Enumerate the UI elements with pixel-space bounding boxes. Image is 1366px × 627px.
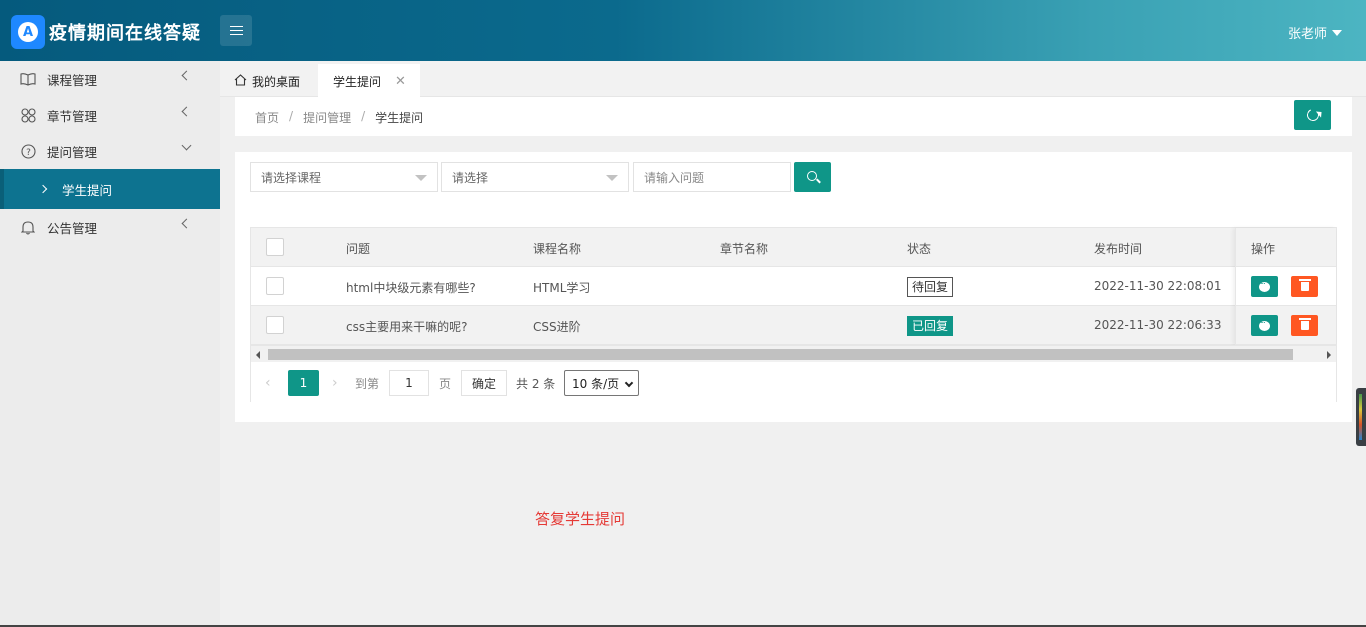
sidebar: 课程管理 章节管理 ? 提问管理 学生提问 公告管理 — [0, 61, 220, 627]
user-menu[interactable]: 张老师 — [1288, 23, 1342, 42]
side-widget-handle[interactable] — [1356, 388, 1366, 446]
header-status: 状态 — [907, 242, 932, 256]
cell-course: HTML学习 — [533, 281, 591, 295]
course-select-placeholder: 请选择课程 — [261, 170, 322, 185]
top-header: A 疫情期间在线答疑 张老师 — [0, 0, 1366, 61]
clover-icon — [20, 107, 36, 123]
sidebar-item-notice[interactable]: 公告管理 — [0, 209, 220, 245]
chevron-down-icon — [624, 378, 634, 388]
menu-toggle-button[interactable] — [220, 15, 252, 46]
app-title: 疫情期间在线答疑 — [49, 23, 201, 44]
header-chapter: 章节名称 — [720, 242, 769, 256]
next-page-button[interactable]: › — [332, 370, 338, 396]
table-row: css主要用来干嘛的呢? CSS进阶 已回复 2022-11-30 22:06:… — [251, 306, 1336, 345]
sidebar-item-label: 公告管理 — [47, 220, 98, 236]
bell-icon — [20, 219, 36, 235]
chapter-select[interactable]: 请选择 — [441, 162, 629, 192]
fixed-actions-column — [1235, 228, 1336, 345]
chevron-right-icon — [38, 184, 48, 194]
table-row: html中块级元素有哪些? HTML学习 待回复 2022-11-30 22:0… — [251, 267, 1336, 306]
breadcrumb-bar: 首页 / 提问管理 / 学生提问 — [235, 97, 1352, 136]
home-icon — [234, 73, 247, 89]
app-logo[interactable]: A — [11, 15, 45, 49]
question-table: 问题 课程名称 章节名称 状态 发布时间 操作 html中块级元素有哪些? HT… — [250, 227, 1337, 402]
cell-course: CSS进阶 — [533, 320, 581, 334]
hamburger-icon — [229, 26, 243, 35]
breadcrumb-current: 学生提问 — [375, 111, 424, 125]
tab-bar: 我的桌面 学生提问 ✕ — [220, 61, 1366, 98]
chevron-left-icon — [181, 70, 192, 81]
book-icon — [20, 71, 36, 87]
tab-home[interactable]: 我的桌面 — [234, 64, 300, 98]
sidebar-item-course[interactable]: 课程管理 — [0, 61, 220, 97]
sidebar-subitem-student-question[interactable]: 学生提问 — [0, 169, 220, 209]
header-question: 问题 — [346, 242, 371, 256]
scrollbar-thumb[interactable] — [268, 349, 1293, 360]
chevron-left-icon — [181, 218, 192, 229]
dropdown-arrow-icon — [415, 175, 427, 181]
page-label: 页 — [439, 376, 452, 391]
sidebar-item-label: 课程管理 — [47, 72, 98, 88]
caret-down-icon — [1332, 29, 1342, 36]
cell-time: 2022-11-30 22:06:33 — [1094, 318, 1222, 332]
scroll-left-icon[interactable] — [256, 351, 260, 359]
question-search-input[interactable]: 请输入问题 — [633, 162, 791, 192]
select-all-checkbox[interactable] — [266, 238, 284, 256]
chevron-left-icon — [181, 106, 192, 117]
tab-label: 我的桌面 — [252, 74, 301, 89]
dropdown-arrow-icon — [606, 175, 618, 181]
svg-text:?: ? — [26, 148, 31, 158]
status-badge: 待回复 — [907, 277, 954, 297]
page-1-button[interactable]: 1 — [288, 370, 319, 396]
main-panel: 请选择课程 请选择 请输入问题 问题 课程名称 章节名称 状态 发布时间 操作 … — [235, 152, 1352, 422]
prev-page-button[interactable]: ‹ — [265, 370, 271, 396]
horizontal-scrollbar[interactable] — [251, 345, 1336, 362]
breadcrumb-separator: / — [361, 109, 366, 123]
tab-student-question[interactable]: 学生提问 ✕ — [318, 64, 420, 98]
goto-confirm-button[interactable]: 确定 — [461, 370, 507, 396]
cell-time: 2022-11-30 22:08:01 — [1094, 279, 1222, 293]
page-size-select[interactable]: 10 条/页 — [564, 370, 639, 396]
sidebar-item-label: 提问管理 — [47, 144, 98, 160]
goto-label: 到第 — [355, 376, 380, 391]
sidebar-subitem-label: 学生提问 — [62, 182, 113, 198]
goto-page-input[interactable]: 1 — [389, 370, 429, 396]
status-badge: 已回复 — [907, 316, 954, 336]
sidebar-item-label: 章节管理 — [47, 108, 98, 124]
close-icon[interactable]: ✕ — [395, 74, 406, 89]
chevron-down-icon — [181, 140, 192, 151]
header-time: 发布时间 — [1094, 242, 1143, 256]
sidebar-item-chapter[interactable]: 章节管理 — [0, 97, 220, 133]
reply-note-text: 答复学生提问 — [535, 510, 626, 528]
breadcrumb-separator: / — [289, 109, 294, 123]
logo-letter: A — [18, 22, 38, 42]
search-button[interactable] — [794, 162, 831, 192]
breadcrumb: 首页 / 提问管理 / 学生提问 — [255, 109, 423, 126]
cell-question: css主要用来干嘛的呢? — [346, 320, 468, 334]
header-course: 课程名称 — [533, 242, 582, 256]
question-circle-icon: ? — [20, 143, 36, 159]
cell-question: html中块级元素有哪些? — [346, 281, 476, 295]
scroll-right-icon[interactable] — [1327, 351, 1331, 359]
breadcrumb-home[interactable]: 首页 — [255, 109, 279, 126]
page-size-value: 10 条/页 — [572, 376, 620, 391]
refresh-button[interactable] — [1294, 100, 1331, 130]
pagination: ‹ 1 › 到第 1 页 确定 共 2 条 10 条/页 — [251, 362, 1336, 402]
breadcrumb-question-manage[interactable]: 提问管理 — [303, 109, 351, 126]
chapter-select-placeholder: 请选择 — [452, 170, 489, 185]
question-input-placeholder: 请输入问题 — [644, 170, 705, 185]
tab-label: 学生提问 — [333, 74, 382, 89]
search-icon — [806, 171, 817, 181]
sidebar-item-question[interactable]: ? 提问管理 — [0, 133, 220, 169]
row-checkbox[interactable] — [266, 277, 284, 295]
total-count: 共 2 条 — [516, 376, 556, 391]
course-select[interactable]: 请选择课程 — [250, 162, 438, 192]
table-header: 问题 课程名称 章节名称 状态 发布时间 操作 — [251, 228, 1336, 267]
row-checkbox[interactable] — [266, 316, 284, 334]
refresh-icon — [1304, 107, 1321, 123]
user-name: 张老师 — [1287, 27, 1327, 42]
